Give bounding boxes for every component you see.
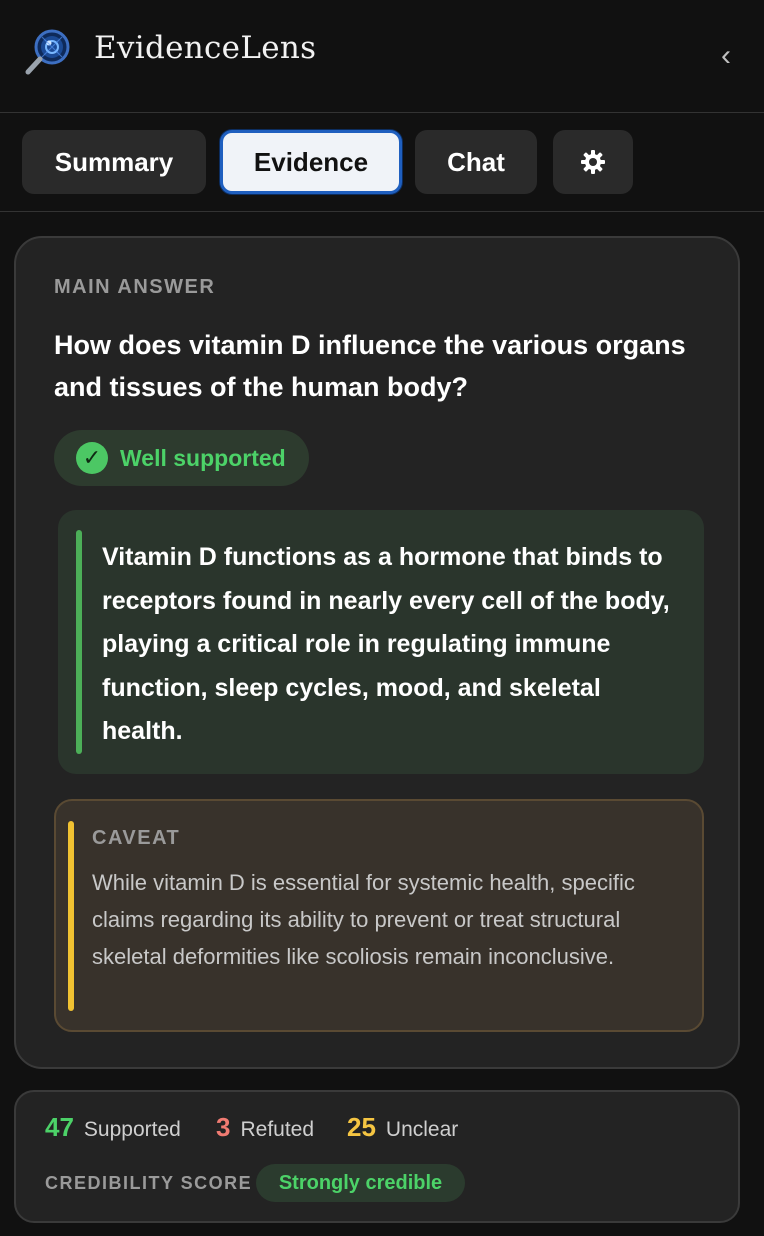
section-label: MAIN ANSWER bbox=[54, 276, 216, 298]
stat-supported: 47 Supported bbox=[45, 1112, 181, 1143]
question-text: How does vitamin D influence the various… bbox=[54, 330, 686, 402]
app-header: EvidenceLens ‹ bbox=[0, 0, 764, 113]
tab-summary[interactable]: Summary bbox=[22, 130, 206, 194]
answer-quote: Vitamin D functions as a hormone that bi… bbox=[58, 510, 704, 774]
caveat-text: While vitamin D is essential for systemi… bbox=[92, 870, 635, 969]
support-badge-label: Well supported bbox=[120, 444, 286, 471]
stat-refuted: 3 Refuted bbox=[216, 1112, 314, 1143]
credibility-score-label: CREDIBILITY SCORE bbox=[45, 1173, 253, 1193]
gear-icon bbox=[581, 150, 605, 174]
collapse-chevron-icon[interactable]: ‹ bbox=[708, 36, 744, 76]
refuted-label: Refuted bbox=[240, 1118, 315, 1141]
supported-count: 47 bbox=[45, 1112, 74, 1142]
answer-text: Vitamin D functions as a hormone that bi… bbox=[102, 543, 670, 745]
caveat-accent-bar bbox=[68, 821, 74, 1011]
app-title: EvidenceLens bbox=[94, 30, 317, 66]
quote-accent-bar bbox=[76, 530, 82, 754]
tab-bar: Summary Evidence Chat bbox=[0, 113, 764, 212]
tab-chat[interactable]: Chat bbox=[415, 130, 537, 194]
unclear-label: Unclear bbox=[385, 1118, 459, 1141]
main-answer-card: MAIN ANSWER How does vitamin D influence… bbox=[14, 236, 740, 1069]
evidence-stats-panel: 47 Supported 3 Refuted 25 Unclear CREDIB… bbox=[14, 1090, 740, 1223]
check-circle-icon: ✓ bbox=[76, 442, 108, 474]
caveat-box: CAVEAT While vitamin D is essential for … bbox=[54, 799, 704, 1032]
supported-label: Supported bbox=[83, 1118, 181, 1141]
support-badge: ✓ Well supported bbox=[54, 430, 309, 486]
credibility-badge: Strongly credible bbox=[256, 1164, 465, 1202]
tab-evidence[interactable]: Evidence bbox=[220, 130, 402, 194]
refuted-count: 3 bbox=[216, 1112, 231, 1142]
magnifier-logo-icon bbox=[25, 29, 70, 75]
stat-unclear: 25 Unclear bbox=[347, 1112, 458, 1143]
caveat-label: CAVEAT bbox=[92, 827, 181, 849]
unclear-count: 25 bbox=[347, 1112, 376, 1142]
tab-settings[interactable] bbox=[553, 130, 633, 194]
